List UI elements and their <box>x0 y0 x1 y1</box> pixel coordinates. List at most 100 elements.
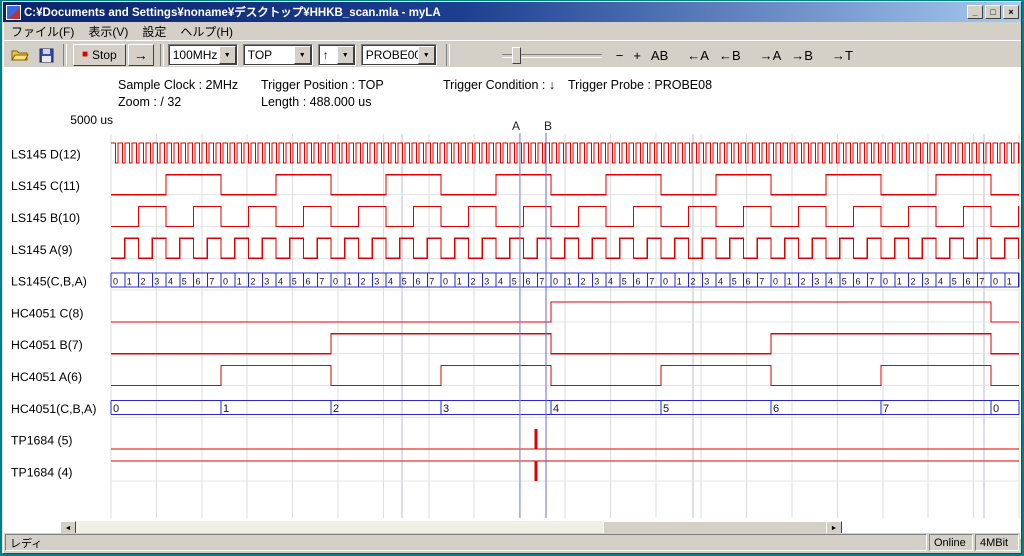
dropdown-arrow-icon[interactable]: ▼ <box>337 46 354 64</box>
trigger-position-value: TOP <box>244 48 294 62</box>
bus-value: 7 <box>539 277 544 287</box>
bus-value: 2 <box>471 277 476 287</box>
bus-value: 2 <box>691 277 696 287</box>
bus-value: 1 <box>237 277 242 287</box>
channel-label: HC4051 B(7) <box>11 338 83 352</box>
move-cursor-b-button[interactable]: →B <box>787 45 817 66</box>
cursor-ab-button[interactable]: AB <box>647 45 672 66</box>
bus-value: 1 <box>677 277 682 287</box>
bus-value: 0 <box>333 277 338 287</box>
minimize-button[interactable]: _ <box>967 5 983 19</box>
channel-label: HC4051(C,B,A) <box>11 402 96 416</box>
bus-value: 0 <box>443 277 448 287</box>
bus-value: 6 <box>416 277 421 287</box>
bus-value: 1 <box>127 277 132 287</box>
bus-value: 4 <box>553 403 559 415</box>
bus-value: 5 <box>732 277 737 287</box>
sample-clock-info: Sample Clock : 2MHz <box>118 78 238 92</box>
cursor-a-label: A <box>512 119 520 133</box>
bus-value: 6 <box>196 277 201 287</box>
bus-value: 2 <box>333 403 339 415</box>
bus-value: 1 <box>897 277 902 287</box>
bus-value: 1 <box>457 277 462 287</box>
bus-value: 1 <box>1007 277 1012 287</box>
sample-clock-value: 100MHz <box>169 48 219 62</box>
stop-label: Stop <box>92 48 117 62</box>
floppy-disk-icon <box>39 48 54 63</box>
bus-value: 5 <box>663 403 669 415</box>
window-title: C:¥Documents and Settings¥noname¥デスクトップ¥… <box>24 4 963 20</box>
toolbar-separator <box>160 44 164 66</box>
status-memory: 4MBit <box>975 534 1019 551</box>
run-button[interactable]: → <box>128 44 154 66</box>
zoom-slider-handle[interactable] <box>512 47 521 64</box>
channel-label: LS145 A(9) <box>11 243 73 257</box>
bus-value: 5 <box>952 277 957 287</box>
bus-value: 0 <box>113 403 119 415</box>
dropdown-arrow-icon[interactable]: ▼ <box>219 46 236 64</box>
bus-value: 3 <box>154 277 159 287</box>
dropdown-arrow-icon[interactable]: ▼ <box>418 46 435 64</box>
bus-value: 4 <box>388 277 393 287</box>
bus-value: 3 <box>704 277 709 287</box>
bus-value: 4 <box>718 277 723 287</box>
status-online: Online <box>929 534 973 551</box>
menu-settings[interactable]: 設定 <box>135 22 173 41</box>
trigger-probe-select[interactable]: PROBE00 ▼ <box>361 44 437 66</box>
channel-label: TP1684 (5) <box>11 434 73 448</box>
bus-value: 4 <box>938 277 943 287</box>
bus-value: 6 <box>773 403 779 415</box>
bus-value: 4 <box>608 277 613 287</box>
trigger-edge-select[interactable]: ↑ ▼ <box>318 44 356 66</box>
bus-value: 2 <box>581 277 586 287</box>
maximize-button[interactable]: □ <box>985 5 1001 19</box>
bus-value: 1 <box>347 277 352 287</box>
menu-file[interactable]: ファイル(F) <box>4 22 81 41</box>
trigger-position-select[interactable]: TOP ▼ <box>243 44 313 66</box>
goto-cursor-b-button[interactable]: ←B <box>715 45 745 66</box>
toolbar: ■ Stop → 100MHz ▼ TOP ▼ ↑ ▼ PROBE00 ▼ − … <box>3 40 1021 69</box>
bus-value: 3 <box>814 277 819 287</box>
save-file-button[interactable] <box>33 43 59 67</box>
waveform-canvas[interactable]: 5000 usLS145 D(12)LS145 C(11)LS145 B(10)… <box>3 67 1021 539</box>
menu-view[interactable]: 表示(V) <box>81 22 135 41</box>
bus-value: 7 <box>649 277 654 287</box>
bus-value: 3 <box>924 277 929 287</box>
move-cursor-a-button[interactable]: →A <box>756 45 786 66</box>
zoom-out-button[interactable]: − <box>612 45 628 66</box>
title-bar[interactable]: C:¥Documents and Settings¥noname¥デスクトップ¥… <box>3 2 1021 22</box>
bus-value: 0 <box>993 403 999 415</box>
sample-clock-select[interactable]: 100MHz ▼ <box>168 44 238 66</box>
status-ready: レディ <box>5 534 927 551</box>
channel-label: HC4051 C(8) <box>11 306 83 320</box>
channel-label: TP1684 (4) <box>11 465 73 479</box>
goto-trigger-button[interactable]: →T <box>828 45 857 66</box>
dropdown-arrow-icon[interactable]: ▼ <box>294 46 311 64</box>
close-button[interactable]: × <box>1003 5 1019 19</box>
bus-value: 0 <box>663 277 668 287</box>
bus-value: 3 <box>484 277 489 287</box>
window-controls: _ □ × <box>967 5 1019 19</box>
status-bar: レディ Online 4MBit <box>4 533 1020 552</box>
toolbar-separator <box>63 44 67 66</box>
bus-value: 2 <box>141 277 146 287</box>
zoom-in-button[interactable]: + <box>629 45 645 66</box>
bus-value: 3 <box>443 403 449 415</box>
trigger-edge-value: ↑ <box>319 48 337 62</box>
bus-value: 4 <box>278 277 283 287</box>
bus-value: 3 <box>594 277 599 287</box>
goto-cursor-a-button[interactable]: ←A <box>683 45 713 66</box>
bus-value: 5 <box>622 277 627 287</box>
open-file-button[interactable] <box>7 43 33 67</box>
channel-label: LS145 B(10) <box>11 211 80 225</box>
stop-button[interactable]: ■ Stop <box>73 44 126 66</box>
bus-value: 0 <box>113 277 118 287</box>
bus-value: 7 <box>979 277 984 287</box>
menu-help[interactable]: ヘルプ(H) <box>173 22 240 41</box>
bus-value: 5 <box>292 277 297 287</box>
bus-value: 2 <box>911 277 916 287</box>
toolbar-separator <box>446 44 450 66</box>
zoom-slider[interactable] <box>502 46 602 64</box>
bus-value: 0 <box>883 277 888 287</box>
bus-value: 4 <box>498 277 503 287</box>
